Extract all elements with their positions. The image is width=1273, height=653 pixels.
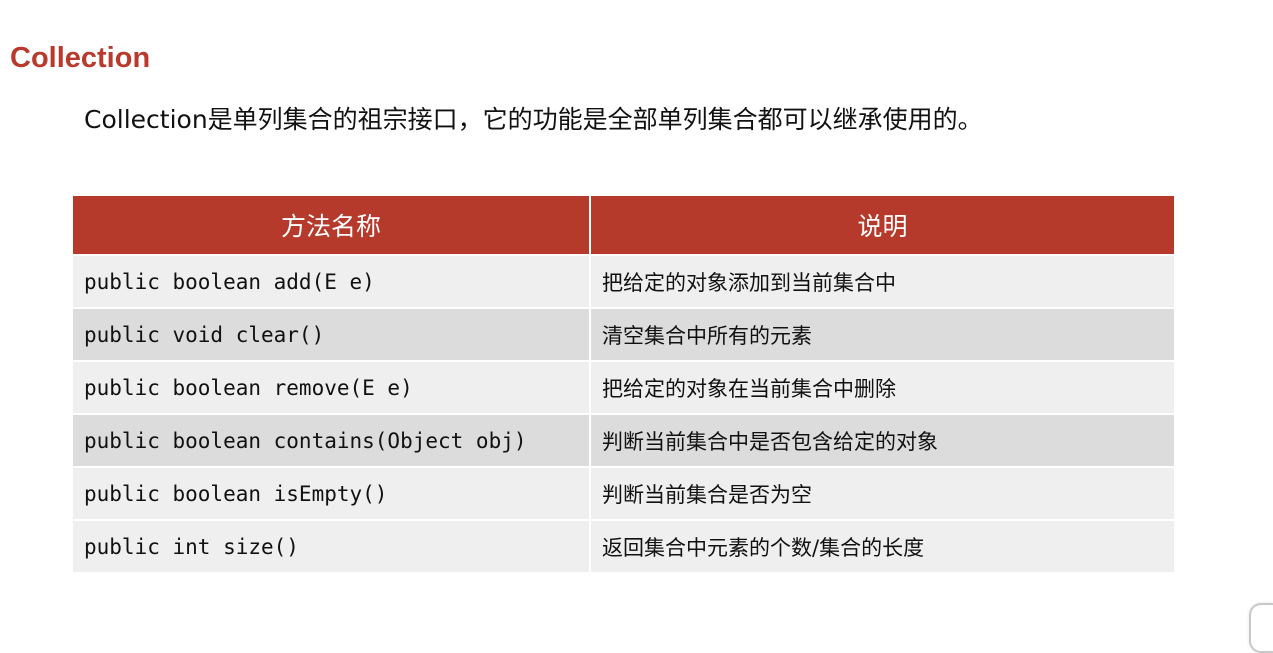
table-row: public void clear() 清空集合中所有的元素 <box>73 307 1174 360</box>
floating-handle[interactable] <box>1239 595 1273 653</box>
table-row: public boolean add(E e) 把给定的对象添加到当前集合中 <box>73 254 1174 307</box>
table-header-row: 方法名称 说明 <box>73 196 1174 254</box>
page-title: Collection <box>10 42 151 74</box>
header-method-name: 方法名称 <box>73 196 591 254</box>
description-cell: 判断当前集合中是否包含给定的对象 <box>591 413 1174 466</box>
method-cell: public boolean remove(E e) <box>73 360 591 413</box>
description-cell: 判断当前集合是否为空 <box>591 466 1174 519</box>
table-row: public boolean remove(E e) 把给定的对象在当前集合中删… <box>73 360 1174 413</box>
method-cell: public int size() <box>73 519 591 572</box>
intro-text: Collection是单列集合的祖宗接口，它的功能是全部单列集合都可以继承使用的… <box>84 105 983 134</box>
method-cell: public boolean add(E e) <box>73 254 591 307</box>
table-row: public int size() 返回集合中元素的个数/集合的长度 <box>73 519 1174 572</box>
handle-knob-icon[interactable] <box>1249 603 1273 653</box>
description-cell: 把给定的对象添加到当前集合中 <box>591 254 1174 307</box>
table-row: public boolean contains(Object obj) 判断当前… <box>73 413 1174 466</box>
description-cell: 返回集合中元素的个数/集合的长度 <box>591 519 1174 572</box>
description-cell: 清空集合中所有的元素 <box>591 307 1174 360</box>
method-cell: public boolean isEmpty() <box>73 466 591 519</box>
header-description: 说明 <box>591 196 1174 254</box>
method-cell: public void clear() <box>73 307 591 360</box>
description-cell: 把给定的对象在当前集合中删除 <box>591 360 1174 413</box>
method-cell: public boolean contains(Object obj) <box>73 413 591 466</box>
method-table: 方法名称 说明 public boolean add(E e) 把给定的对象添加… <box>73 196 1174 572</box>
table-row: public boolean isEmpty() 判断当前集合是否为空 <box>73 466 1174 519</box>
